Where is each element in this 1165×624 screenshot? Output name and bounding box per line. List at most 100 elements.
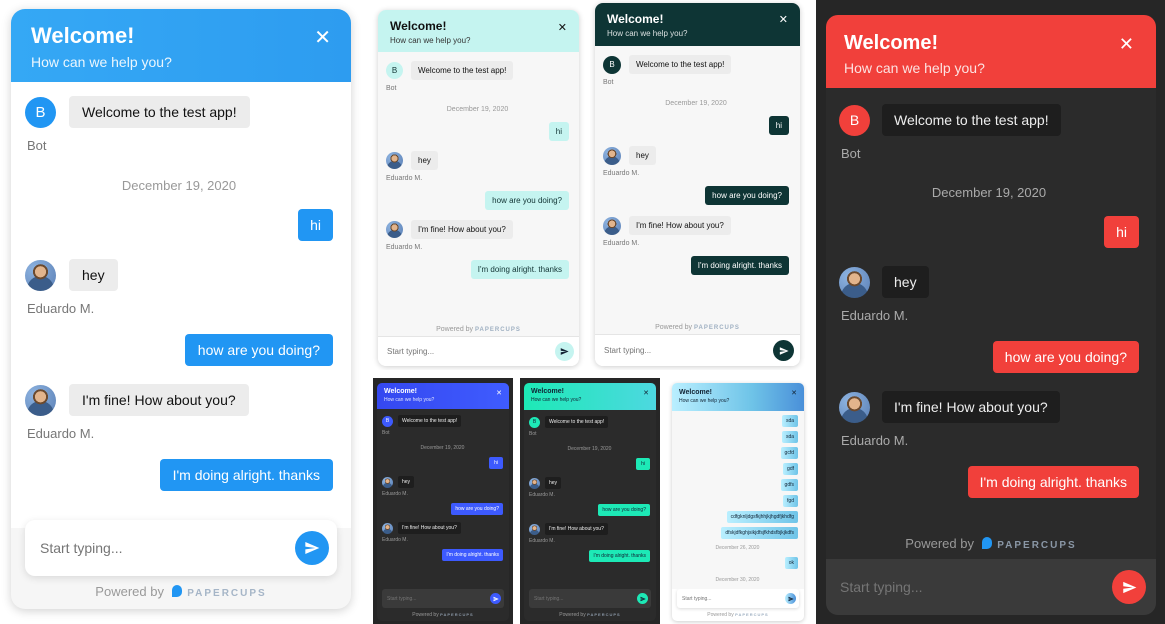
header-title: Welcome! xyxy=(390,19,447,33)
send-button[interactable] xyxy=(295,531,329,565)
sender-name: Eduardo M. xyxy=(386,244,423,251)
message-bubble: Welcome to the test app! xyxy=(882,104,1061,136)
sender-name: Eduardo M. xyxy=(603,170,640,177)
message-input[interactable] xyxy=(40,540,295,556)
powered-by-text: Powered by xyxy=(412,612,439,618)
close-icon[interactable]: ✕ xyxy=(1119,36,1134,54)
chat-header: Welcome! How can we help you? ✕ xyxy=(672,383,804,411)
message-input[interactable] xyxy=(604,346,773,355)
message-bubble: Welcome to the test app! xyxy=(69,96,250,128)
agent-message: I'm fine! How about you? xyxy=(529,523,650,535)
message-input[interactable] xyxy=(840,579,1112,595)
close-icon[interactable]: ✕ xyxy=(314,27,331,47)
send-icon xyxy=(779,346,789,355)
powered-by-text: Powered by xyxy=(655,324,693,331)
send-button[interactable] xyxy=(773,340,794,361)
send-icon xyxy=(560,348,569,355)
powered-by-text: Powered by xyxy=(707,612,734,618)
sender-name: Eduardo M. xyxy=(27,301,95,316)
customer-message: ok xyxy=(677,557,798,569)
date-divider: December 19, 2020 xyxy=(665,100,727,107)
message-composer xyxy=(529,589,651,608)
agent-avatar xyxy=(25,259,56,291)
message-list: sda sda gcfd gdf gdfs fgd cdfgknljdgsfkjhhjkjh… xyxy=(672,411,804,589)
message-bubble: how are you doing? xyxy=(705,186,789,205)
customer-message: cdfgknljdgsfkjhhjkjhgdfjkhdfg xyxy=(677,511,798,523)
agent-message: hey xyxy=(386,151,569,170)
message-bubble: Welcome to the test app! xyxy=(629,55,732,74)
agent-avatar xyxy=(603,146,621,165)
customer-message: hi xyxy=(529,458,650,470)
message-bubble: cdfgknljdgsfkjhhjkjhgdfjkhdfg xyxy=(726,511,798,523)
sender-name: Bot xyxy=(603,79,614,86)
sender-name: Eduardo M. xyxy=(841,433,909,448)
agent-message: I'm fine! How about you? xyxy=(382,522,503,534)
message-bubble: sda xyxy=(781,415,798,427)
powered-by-footer: Powered by PAPERCUPS xyxy=(672,608,804,621)
agent-avatar xyxy=(529,477,540,489)
close-icon[interactable]: ✕ xyxy=(791,390,797,397)
message-bubble: gdf xyxy=(783,463,798,475)
sender-name: Eduardo M. xyxy=(382,491,408,497)
close-icon[interactable]: ✕ xyxy=(496,390,502,397)
chat-header: Welcome! How can we help you? ✕ xyxy=(377,383,509,409)
agent-avatar xyxy=(386,221,403,238)
message-input[interactable] xyxy=(387,347,555,356)
agent-avatar xyxy=(529,523,540,535)
close-icon[interactable]: ✕ xyxy=(643,390,649,397)
message-bubble: dfskjdfkghjsikjdfsjfkhdsfbjkjkdfs xyxy=(721,527,798,539)
brand-name: PAPERCUPS xyxy=(694,325,740,331)
customer-message: sda xyxy=(677,431,798,443)
send-icon xyxy=(640,596,646,601)
bot-message: B Welcome to the test app! xyxy=(382,415,503,427)
message-input[interactable] xyxy=(534,595,637,602)
customer-message: sda xyxy=(677,415,798,427)
send-button[interactable] xyxy=(555,342,574,361)
customer-message: hi xyxy=(25,209,333,241)
sender-name: Bot xyxy=(382,430,390,436)
message-bubble: ok xyxy=(784,557,798,569)
customer-message: hi xyxy=(839,216,1139,248)
message-list: B Welcome to the test app! Bot December … xyxy=(377,409,509,589)
message-bubble: hey xyxy=(545,477,562,489)
powered-by-footer: Powered by PAPERCUPS xyxy=(11,584,351,609)
message-bubble: how are you doing? xyxy=(451,503,503,515)
close-icon[interactable]: ✕ xyxy=(558,22,567,33)
send-button[interactable] xyxy=(490,593,501,604)
customer-message: how are you doing? xyxy=(382,503,503,515)
message-input[interactable] xyxy=(682,595,785,602)
message-bubble: I'm doing alright. thanks xyxy=(967,466,1139,498)
message-bubble: I'm doing alright. thanks xyxy=(690,256,789,275)
chat-header: Welcome! How can we help you? ✕ xyxy=(595,3,800,46)
send-icon xyxy=(1122,581,1136,593)
papercups-logo-icon xyxy=(171,585,182,597)
date-divider: December 30, 2020 xyxy=(715,577,760,583)
variant-teal-gradient-dark: Welcome! How can we help you? ✕ B Welcom… xyxy=(520,378,660,624)
powered-by-text: Powered by xyxy=(559,612,586,618)
customer-message: hi xyxy=(386,122,569,141)
chat-widget: Welcome! How can we help you? ✕ B Welcom… xyxy=(595,3,800,366)
message-list: B Welcome to the test app! Bot December … xyxy=(595,46,800,321)
customer-message: how are you doing? xyxy=(386,191,569,210)
message-bubble: I'm doing alright. thanks xyxy=(159,459,333,491)
message-bubble: hi xyxy=(768,116,789,135)
agent-avatar xyxy=(386,152,403,169)
agent-avatar xyxy=(839,266,870,298)
sender-name: Eduardo M. xyxy=(529,492,555,498)
chat-header: Welcome! How can we help you? ✕ xyxy=(11,9,351,82)
message-bubble: I'm doing alright. thanks xyxy=(442,549,503,561)
message-bubble: Welcome to the test app! xyxy=(411,61,514,80)
variant-light-gradient-scrolled: Welcome! How can we help you? ✕ sda sda gc… xyxy=(668,378,808,624)
sender-name: Eduardo M. xyxy=(529,538,555,544)
message-input[interactable] xyxy=(387,595,490,602)
send-button[interactable] xyxy=(785,593,796,604)
customer-message: how are you doing? xyxy=(529,504,650,516)
send-button[interactable] xyxy=(637,593,648,604)
header-subtitle: How can we help you? xyxy=(384,397,435,403)
message-bubble: I'm fine! How about you? xyxy=(882,391,1060,423)
message-bubble: I'm fine! How about you? xyxy=(411,220,513,239)
send-button[interactable] xyxy=(1112,570,1146,604)
close-icon[interactable]: ✕ xyxy=(779,14,788,25)
variant-red-dark-large: Welcome! How can we help you? ✕ B Welcom… xyxy=(816,0,1165,624)
send-icon xyxy=(305,542,320,554)
